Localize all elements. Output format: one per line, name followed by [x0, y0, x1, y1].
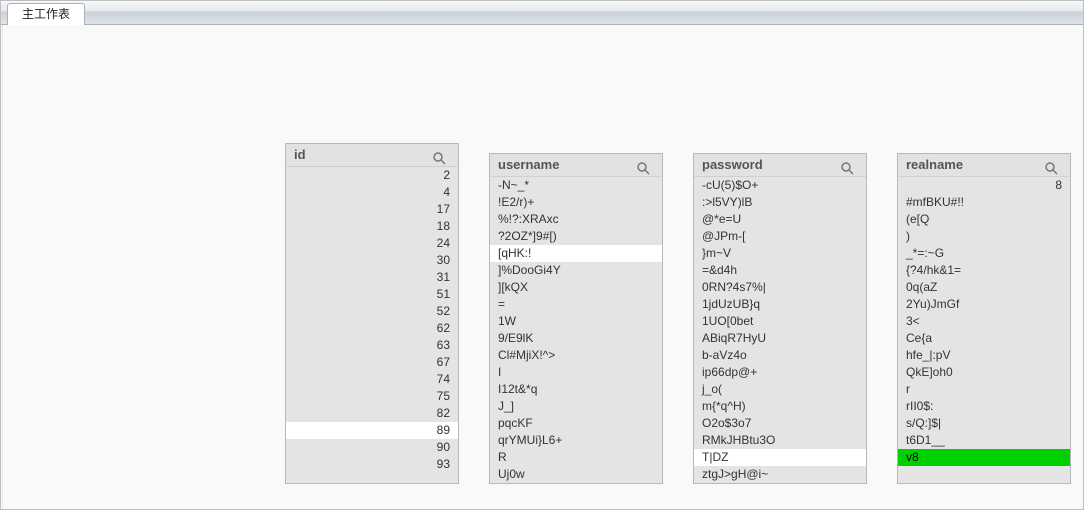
list-item[interactable]: 82 [286, 405, 458, 422]
list-item[interactable]: ][kQX [490, 279, 662, 296]
search-icon[interactable] [846, 158, 860, 172]
list-item[interactable]: hfe_|:pV [898, 347, 1070, 364]
list-item[interactable]: [qHK:! [490, 245, 662, 262]
list-item[interactable]: ) [898, 228, 1070, 245]
list-item[interactable]: 0RN?4s7%| [694, 279, 866, 296]
column-header-label: realname [906, 157, 963, 172]
search-icon[interactable] [432, 151, 446, 165]
list-item[interactable]: RMkJHBtu3O [694, 432, 866, 449]
column-id: id2417182430315152626367747582899093 [285, 143, 459, 484]
list-item[interactable]: 1W [490, 313, 662, 330]
list-item[interactable]: b-aVz4o [694, 347, 866, 364]
list-item[interactable]: 17 [286, 201, 458, 218]
column-header-id[interactable]: id [286, 144, 458, 167]
list-item[interactable]: =&d4h [694, 262, 866, 279]
column-username: username -N~_*!E2/r)+%!?:XRAxc?2OZ*]9#[)[… [489, 153, 663, 484]
list-item[interactable]: 89 [286, 422, 458, 439]
list-item[interactable]: 74 [286, 371, 458, 388]
list-item[interactable]: QkE]oh0 [898, 364, 1070, 381]
column-header-password[interactable]: password [694, 154, 866, 177]
list-item[interactable]: 4 [286, 184, 458, 201]
list-item[interactable]: 24 [286, 235, 458, 252]
list-item[interactable]: 0q(aZ [898, 279, 1070, 296]
tab-label: 主工作表 [22, 7, 70, 21]
list-item[interactable]: 63 [286, 337, 458, 354]
list-item[interactable]: O2o$3o7 [694, 415, 866, 432]
list-item[interactable]: r [898, 381, 1070, 398]
list-item[interactable]: @*e=U [694, 211, 866, 228]
list-item[interactable]: @JPm-[ [694, 228, 866, 245]
search-icon[interactable] [1044, 161, 1058, 175]
list-item[interactable]: 3< [898, 313, 1070, 330]
list-item[interactable]: 9/E9lK [490, 330, 662, 347]
list-item[interactable]: m{*q^H) [694, 398, 866, 415]
list-item[interactable]: 2 [286, 167, 458, 184]
list-item[interactable]: ]%DooGi4Y [490, 262, 662, 279]
list-item[interactable]: J_] [490, 398, 662, 415]
list-item[interactable]: 8 [898, 177, 1070, 194]
list-item[interactable]: Uj0w [490, 466, 662, 483]
list-item[interactable]: 62 [286, 320, 458, 337]
list-item[interactable]: pqcKF [490, 415, 662, 432]
list-item[interactable]: Ce{a [898, 330, 1070, 347]
list-item[interactable]: 51 [286, 286, 458, 303]
list-item[interactable]: 1UO[0bet [694, 313, 866, 330]
search-icon[interactable] [1050, 158, 1064, 172]
list-item[interactable]: 90 [286, 439, 458, 456]
search-icon[interactable] [636, 161, 650, 175]
list-item[interactable]: v8 [898, 449, 1070, 466]
list-item[interactable]: 93 [286, 456, 458, 473]
list-item[interactable]: ztgJ>gH@i~ [694, 466, 866, 483]
list-item[interactable]: }m~V [694, 245, 866, 262]
list-item[interactable]: {?4/hk&1= [898, 262, 1070, 279]
list-item[interactable]: -N~_* [490, 177, 662, 194]
list-item[interactable]: 18 [286, 218, 458, 235]
list-item[interactable]: I12t&*q [490, 381, 662, 398]
list-item[interactable]: (e[Q [898, 211, 1070, 228]
list-item[interactable]: #mfBKU#!! [898, 194, 1070, 211]
tab-strip: 主工作表 [1, 1, 1083, 25]
app-window: 主工作表 id241718243031515262636774758289909… [0, 0, 1084, 510]
list-item[interactable]: T|DZ [694, 449, 866, 466]
column-header-realname[interactable]: realname [898, 154, 1070, 177]
list-item[interactable]: ip66dp@+ [694, 364, 866, 381]
list-item[interactable]: t6D1__ [898, 432, 1070, 449]
column-header-label: id [294, 147, 306, 162]
list-item[interactable]: 75 [286, 388, 458, 405]
list-item[interactable]: 67 [286, 354, 458, 371]
list-item[interactable]: = [490, 296, 662, 313]
list-item[interactable]: _*=:~G [898, 245, 1070, 262]
list-item[interactable]: rII0$: [898, 398, 1070, 415]
content-area: id2417182430315152626367747582899093user… [2, 25, 1082, 508]
list-item[interactable]: 30 [286, 252, 458, 269]
tab-main-worksheet[interactable]: 主工作表 [7, 3, 85, 26]
list-item[interactable]: R [490, 449, 662, 466]
column-header-label: username [498, 157, 559, 172]
list-item[interactable]: 2Yu)JmGf [898, 296, 1070, 313]
list-item[interactable]: s/Q:]$| [898, 415, 1070, 432]
search-icon[interactable] [840, 161, 854, 175]
list-item[interactable]: 1jdUzUB}q [694, 296, 866, 313]
list-item[interactable]: I [490, 364, 662, 381]
list-item[interactable]: ?2OZ*]9#[) [490, 228, 662, 245]
list-item[interactable]: ABiqR7HyU [694, 330, 866, 347]
column-header-username[interactable]: username [490, 154, 662, 177]
list-item[interactable]: -cU(5)$O+ [694, 177, 866, 194]
list-item[interactable]: 52 [286, 303, 458, 320]
list-item[interactable]: :>l5VY)lB [694, 194, 866, 211]
list-item[interactable]: qrYMUi}L6+ [490, 432, 662, 449]
column-password: password -cU(5)$O+:>l5VY)lB@*e=U@JPm-[}m~… [693, 153, 867, 484]
search-icon[interactable] [642, 158, 656, 172]
list-item[interactable]: j_o( [694, 381, 866, 398]
list-item[interactable]: !E2/r)+ [490, 194, 662, 211]
columns-container: id2417182430315152626367747582899093user… [285, 143, 1071, 484]
list-item[interactable]: Cl#MjiX!^> [490, 347, 662, 364]
list-item[interactable]: 31 [286, 269, 458, 286]
column-realname: realname 8#mfBKU#!!(e[Q)_*=:~G{?4/hk&1=0q… [897, 153, 1071, 484]
column-header-label: password [702, 157, 763, 172]
search-icon[interactable] [438, 148, 452, 162]
list-item[interactable]: %!?:XRAxc [490, 211, 662, 228]
